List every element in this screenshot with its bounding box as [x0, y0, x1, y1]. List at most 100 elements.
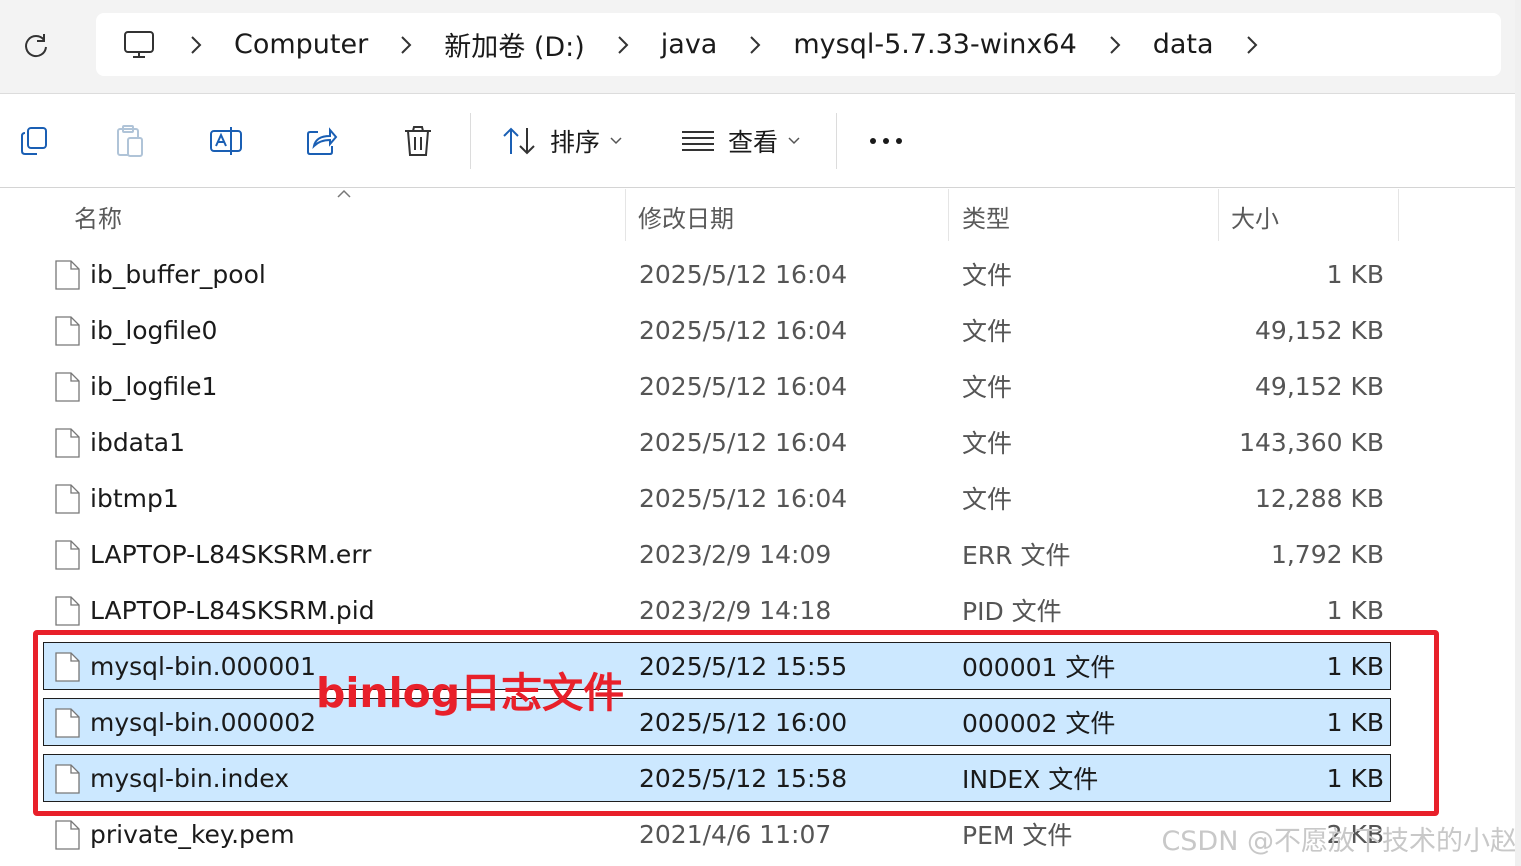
file-type: 文件 — [962, 373, 1013, 402]
sort-icon — [503, 127, 535, 155]
file-row[interactable]: ib_logfile1 2025/5/12 16:04 文件 49,152 KB — [43, 362, 1391, 410]
file-size: 143,360 KB — [1239, 427, 1384, 457]
breadcrumb-data[interactable]: data — [1145, 29, 1222, 60]
chevron-right-icon[interactable] — [166, 35, 226, 55]
file-row[interactable]: LAPTOP-L84SKSRM.pid 2023/2/9 14:18 PID 文件 1… — [43, 586, 1391, 634]
paste-button[interactable] — [110, 121, 150, 161]
file-name: ib_logfile1 — [90, 371, 218, 401]
paste-icon — [117, 125, 143, 157]
file-date: 2025/5/12 16:04 — [639, 315, 848, 345]
file-date: 2025/5/12 16:04 — [639, 371, 848, 401]
file-icon — [54, 820, 80, 850]
file-date: 2023/2/9 14:18 — [639, 595, 832, 625]
breadcrumb-drive[interactable]: 新加卷 (D:) — [436, 25, 593, 64]
file-type: 文件 — [962, 429, 1013, 458]
breadcrumb-mysql[interactable]: mysql-5.7.33-winx64 — [785, 29, 1084, 60]
file-type: ERR 文件 — [962, 541, 1071, 570]
copy-icon — [21, 127, 47, 155]
file-size: 1 KB — [1326, 259, 1384, 289]
chevron-down-icon — [788, 137, 800, 145]
file-type: PID 文件 — [962, 597, 1062, 626]
column-divider[interactable] — [1398, 189, 1399, 241]
toolbar-divider — [836, 113, 837, 169]
share-icon — [307, 127, 338, 155]
column-header-name-label: 名称 — [74, 204, 122, 233]
file-icon — [54, 428, 80, 458]
command-bar: 排序 查看 — [0, 95, 1521, 188]
file-icon — [54, 260, 80, 290]
annotation-label: binlog日志文件 — [316, 669, 625, 717]
chevron-right-icon[interactable] — [593, 35, 653, 55]
refresh-button[interactable] — [16, 26, 56, 66]
address-bar[interactable]: Computer 新加卷 (D:) java mysql-5.7.33-winx… — [96, 13, 1501, 76]
column-header-type-label: 类型 — [962, 204, 1010, 233]
column-divider[interactable] — [948, 189, 949, 241]
rename-icon — [210, 127, 242, 155]
column-header-name[interactable]: 名称 — [62, 189, 622, 243]
file-row[interactable]: ib_logfile0 2025/5/12 16:04 文件 49,152 KB — [43, 306, 1391, 354]
file-icon — [54, 316, 80, 346]
refresh-icon — [25, 34, 47, 58]
file-row[interactable]: LAPTOP-L84SKSRM.err 2023/2/9 14:09 ERR 文件 1… — [43, 530, 1391, 578]
column-header-date[interactable]: 修改日期 — [626, 189, 946, 243]
chevron-right-icon[interactable] — [1085, 35, 1145, 55]
sort-label: 排序 — [550, 128, 601, 157]
column-header-size[interactable]: 大小 — [1219, 189, 1397, 243]
file-name: ib_buffer_pool — [90, 259, 266, 289]
sort-button[interactable]: 排序 — [502, 121, 622, 161]
copy-button[interactable] — [14, 121, 54, 161]
column-header-type[interactable]: 类型 — [950, 189, 1216, 243]
file-type: 文件 — [962, 317, 1013, 346]
view-list-icon — [682, 131, 714, 151]
delete-button[interactable] — [398, 121, 438, 161]
file-name: ib_logfile0 — [90, 315, 218, 345]
chevron-right-icon[interactable] — [1222, 35, 1282, 55]
file-type: 文件 — [962, 261, 1013, 290]
column-header-date-label: 修改日期 — [638, 204, 734, 233]
more-icon — [870, 138, 902, 144]
file-date: 2025/5/12 16:04 — [639, 483, 848, 513]
view-label: 查看 — [728, 128, 779, 157]
watermark: CSDN @不愿放下技术的小赵 — [1161, 826, 1517, 857]
vertical-scrollbar[interactable] — [1515, 0, 1521, 866]
address-bar-area: Computer 新加卷 (D:) java mysql-5.7.33-winx… — [0, 0, 1521, 94]
file-date: 2025/5/12 16:04 — [639, 427, 848, 457]
file-size: 12,288 KB — [1255, 483, 1384, 513]
file-name: ibdata1 — [90, 427, 186, 457]
column-header-size-label: 大小 — [1231, 204, 1279, 233]
chevron-right-icon[interactable] — [376, 35, 436, 55]
file-date: 2021/4/6 11:07 — [639, 819, 832, 849]
view-button[interactable]: 查看 — [682, 121, 800, 161]
trash-icon — [405, 126, 431, 156]
file-type: PEM 文件 — [962, 821, 1073, 850]
chevron-down-icon — [610, 137, 622, 145]
file-type: 文件 — [962, 485, 1013, 514]
file-row[interactable]: ibtmp1 2025/5/12 16:04 文件 12,288 KB — [43, 474, 1391, 522]
breadcrumb-computer[interactable]: Computer — [226, 29, 376, 60]
file-size: 1 KB — [1326, 595, 1384, 625]
file-icon — [54, 596, 80, 626]
rename-button[interactable] — [206, 121, 246, 161]
file-name: LAPTOP-L84SKSRM.pid — [90, 595, 375, 625]
file-size: 49,152 KB — [1255, 371, 1384, 401]
file-name: LAPTOP-L84SKSRM.err — [90, 539, 372, 569]
chevron-right-icon[interactable] — [725, 35, 785, 55]
breadcrumb-java[interactable]: java — [653, 29, 726, 60]
file-icon — [54, 372, 80, 402]
share-button[interactable] — [302, 121, 342, 161]
file-row[interactable]: ib_buffer_pool 2025/5/12 16:04 文件 1 KB — [43, 250, 1391, 298]
column-header-row: 名称 修改日期 类型 大小 — [0, 189, 1521, 243]
file-date: 2025/5/12 16:04 — [639, 259, 848, 289]
file-size: 49,152 KB — [1255, 315, 1384, 345]
file-name: ibtmp1 — [90, 483, 179, 513]
computer-icon[interactable] — [120, 26, 158, 64]
annotation-highlight-box — [33, 630, 1439, 816]
file-name: private_key.pem — [90, 819, 295, 849]
file-date: 2023/2/9 14:09 — [639, 539, 832, 569]
file-icon — [54, 540, 80, 570]
file-size: 1,792 KB — [1270, 539, 1384, 569]
file-row[interactable]: ibdata1 2025/5/12 16:04 文件 143,360 KB — [43, 418, 1391, 466]
more-options-button[interactable] — [866, 121, 906, 161]
file-icon — [54, 484, 80, 514]
toolbar-divider — [470, 113, 471, 169]
